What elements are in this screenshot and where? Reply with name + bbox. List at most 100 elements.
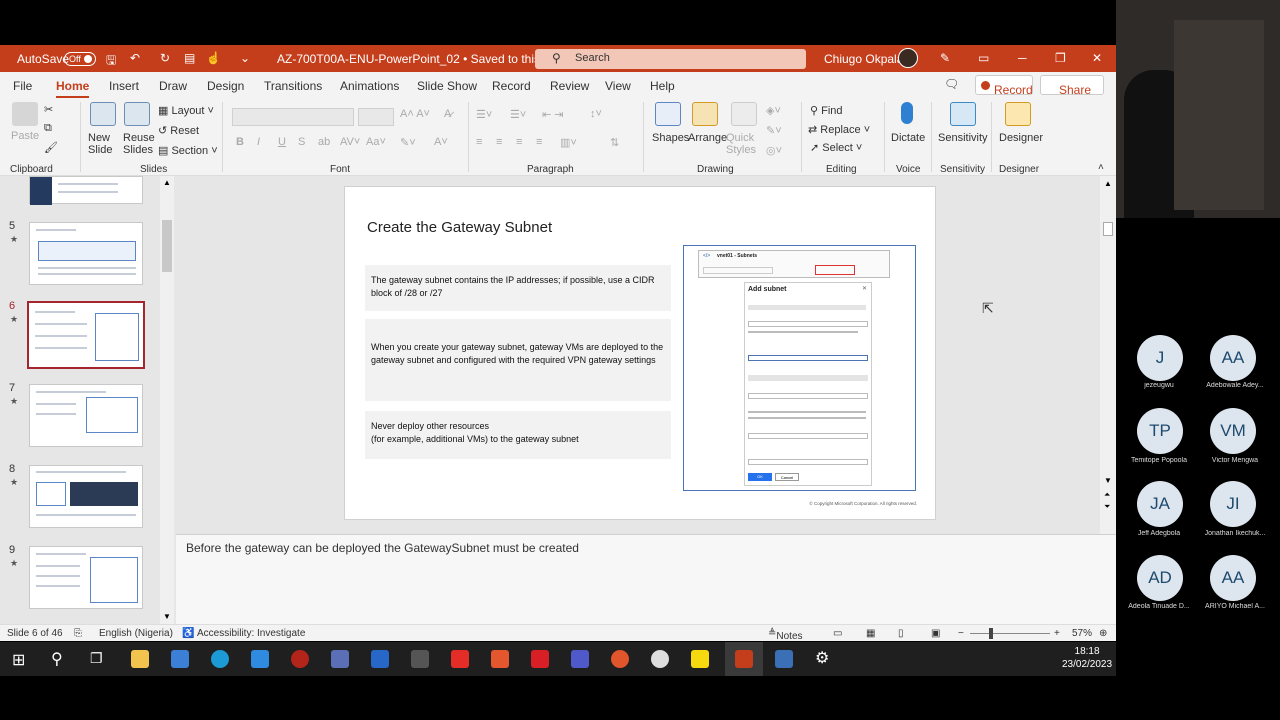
save-icon[interactable]: 🖫	[106, 51, 116, 72]
participant-avatar[interactable]: TP	[1137, 408, 1183, 454]
task-view-icon[interactable]: ❐	[90, 650, 103, 667]
system-clock[interactable]: 18:18 23/02/2023	[1062, 645, 1112, 671]
tab-home[interactable]: Home	[56, 79, 90, 99]
record-button[interactable]: Record	[975, 75, 1033, 97]
file-explorer-icon[interactable]	[131, 650, 149, 668]
share-button[interactable]: Share	[1040, 75, 1104, 97]
app-icon[interactable]	[331, 650, 349, 668]
text-box[interactable]: Never deploy other resources (for exampl…	[365, 411, 671, 459]
collapse-ribbon-icon[interactable]: ˄	[1098, 162, 1104, 173]
settings-icon[interactable]: ⚙	[815, 648, 829, 668]
justify-icon[interactable]: ≡	[536, 136, 542, 148]
underline-icon[interactable]: U	[278, 136, 286, 148]
ribbon-display-icon[interactable]: ▭	[978, 51, 989, 65]
tab-design[interactable]: Design	[207, 79, 244, 93]
scroll-thumb[interactable]	[162, 220, 172, 272]
slide-canvas[interactable]: Create the Gateway Subnet The gateway su…	[344, 186, 936, 520]
tab-insert[interactable]: Insert	[109, 79, 139, 93]
strikethrough-icon[interactable]: S	[298, 136, 305, 148]
reading-view-icon[interactable]: ▯	[898, 628, 904, 639]
reset-button[interactable]: ↺ Reset	[158, 124, 199, 137]
speaker-notes[interactable]: Before the gateway can be deployed the G…	[186, 541, 579, 555]
tab-file[interactable]: File	[13, 79, 32, 93]
slide-thumbnail-7[interactable]	[29, 384, 143, 447]
designer-icon[interactable]	[1005, 102, 1031, 126]
powerpoint-icon[interactable]	[735, 650, 753, 668]
previous-slide-icon[interactable]: ⏶	[1104, 490, 1110, 500]
netflix-icon[interactable]	[531, 650, 549, 668]
comments-icon[interactable]: 🗨	[944, 77, 959, 91]
replace-button[interactable]: ⇄ Replace ˅	[808, 123, 870, 136]
mail-icon[interactable]	[251, 650, 269, 668]
spellcheck-icon[interactable]: ⎘	[74, 628, 82, 639]
present-icon[interactable]: ▤	[184, 51, 195, 65]
fit-to-window-icon[interactable]: ⊕	[1099, 628, 1107, 639]
paste-button[interactable]: Paste	[11, 130, 39, 142]
tab-animations[interactable]: Animations	[340, 79, 399, 93]
dictate-button[interactable]: Dictate	[891, 132, 925, 144]
scroll-down-icon[interactable]: ▼	[163, 612, 171, 621]
char-spacing-icon[interactable]: ab	[318, 136, 330, 148]
undo-icon[interactable]: ↶	[130, 51, 140, 65]
customize-icon[interactable]: ⌄	[240, 51, 250, 65]
grow-font-icon[interactable]: A˄ A˅	[400, 108, 430, 120]
arrange-button[interactable]: Arrange	[688, 132, 727, 144]
format-painter-icon[interactable]: 🖌	[44, 141, 58, 154]
numbering-icon[interactable]: ☰˅	[510, 108, 526, 121]
tab-review[interactable]: Review	[550, 79, 589, 93]
slide-thumbnail-6-selected[interactable]	[27, 301, 145, 369]
tab-transitions[interactable]: Transitions	[264, 79, 322, 93]
designer-button[interactable]: Designer	[999, 132, 1043, 144]
find-button[interactable]: ⚲ Find	[810, 104, 843, 117]
accessibility-icon[interactable]: ♿	[182, 628, 194, 639]
azure-portal-screenshot[interactable]: </> vnet01 - Subnets Add subnet ✕ OK Can…	[683, 245, 916, 491]
participant-avatar[interactable]: J	[1137, 335, 1183, 381]
app-icon[interactable]	[611, 650, 629, 668]
bullets-icon[interactable]: ☰˅	[476, 108, 492, 121]
touch-icon[interactable]: ☝	[206, 51, 221, 65]
next-slide-icon[interactable]: ⏷	[1104, 502, 1110, 512]
sensitivity-button[interactable]: Sensitivity	[938, 132, 988, 144]
italic-icon[interactable]: I	[257, 136, 260, 148]
columns-icon[interactable]: ▥˅	[560, 136, 577, 149]
autosave-toggle[interactable]: Off	[64, 52, 96, 66]
tab-help[interactable]: Help	[650, 79, 675, 93]
calculator-icon[interactable]	[775, 650, 793, 668]
tab-record[interactable]: Record	[492, 79, 531, 93]
store-icon[interactable]	[171, 650, 189, 668]
slide-thumbnail-9[interactable]	[29, 546, 143, 609]
scroll-up-icon[interactable]: ▲	[1104, 179, 1112, 188]
participant-avatar[interactable]: AA	[1210, 555, 1256, 601]
highlight-icon[interactable]: ✎˅	[400, 136, 416, 149]
line-spacing-icon[interactable]: ↕˅	[590, 108, 602, 120]
font-color-icon[interactable]: A˅	[434, 136, 448, 148]
paste-icon[interactable]	[12, 102, 38, 126]
align-right-icon[interactable]: ≡	[516, 136, 522, 148]
shape-outline-icon[interactable]: ✎˅	[766, 124, 782, 137]
office-icon[interactable]	[491, 650, 509, 668]
app-icon[interactable]	[291, 650, 309, 668]
text-box[interactable]: The gateway subnet contains the IP addre…	[365, 265, 671, 311]
reuse-slides-icon[interactable]	[124, 102, 150, 126]
text-direction-icon[interactable]: ⇅	[610, 136, 619, 149]
edge-icon[interactable]	[211, 650, 229, 668]
minimize-icon[interactable]: ─	[1018, 51, 1027, 65]
new-slide-icon[interactable]	[90, 102, 116, 126]
tab-draw[interactable]: Draw	[159, 79, 187, 93]
close-icon[interactable]: ✕	[1092, 51, 1102, 65]
indent-icon[interactable]: ⇤ ⇥	[542, 108, 564, 121]
slide-sorter-icon[interactable]: ▦	[866, 628, 875, 639]
bold-icon[interactable]: B	[236, 136, 244, 148]
font-size-dropdown[interactable]	[358, 108, 394, 126]
shapes-button[interactable]: Shapes	[652, 132, 689, 144]
new-slide-button[interactable]: New Slide	[88, 132, 116, 156]
slide-thumbnail-8[interactable]	[29, 465, 143, 528]
thumbnail-scrollbar[interactable]: ▲ ▼	[160, 176, 174, 624]
scroll-up-icon[interactable]: ▲	[163, 178, 171, 187]
search-box[interactable]: ⚲ Search	[535, 49, 806, 69]
reuse-slides-button[interactable]: Reuse Slides	[123, 132, 155, 156]
zoom-out-icon[interactable]: −	[958, 628, 964, 639]
sticky-notes-icon[interactable]	[691, 650, 709, 668]
app-icon[interactable]	[411, 650, 429, 668]
slide-thumbnail-4[interactable]	[29, 176, 143, 205]
